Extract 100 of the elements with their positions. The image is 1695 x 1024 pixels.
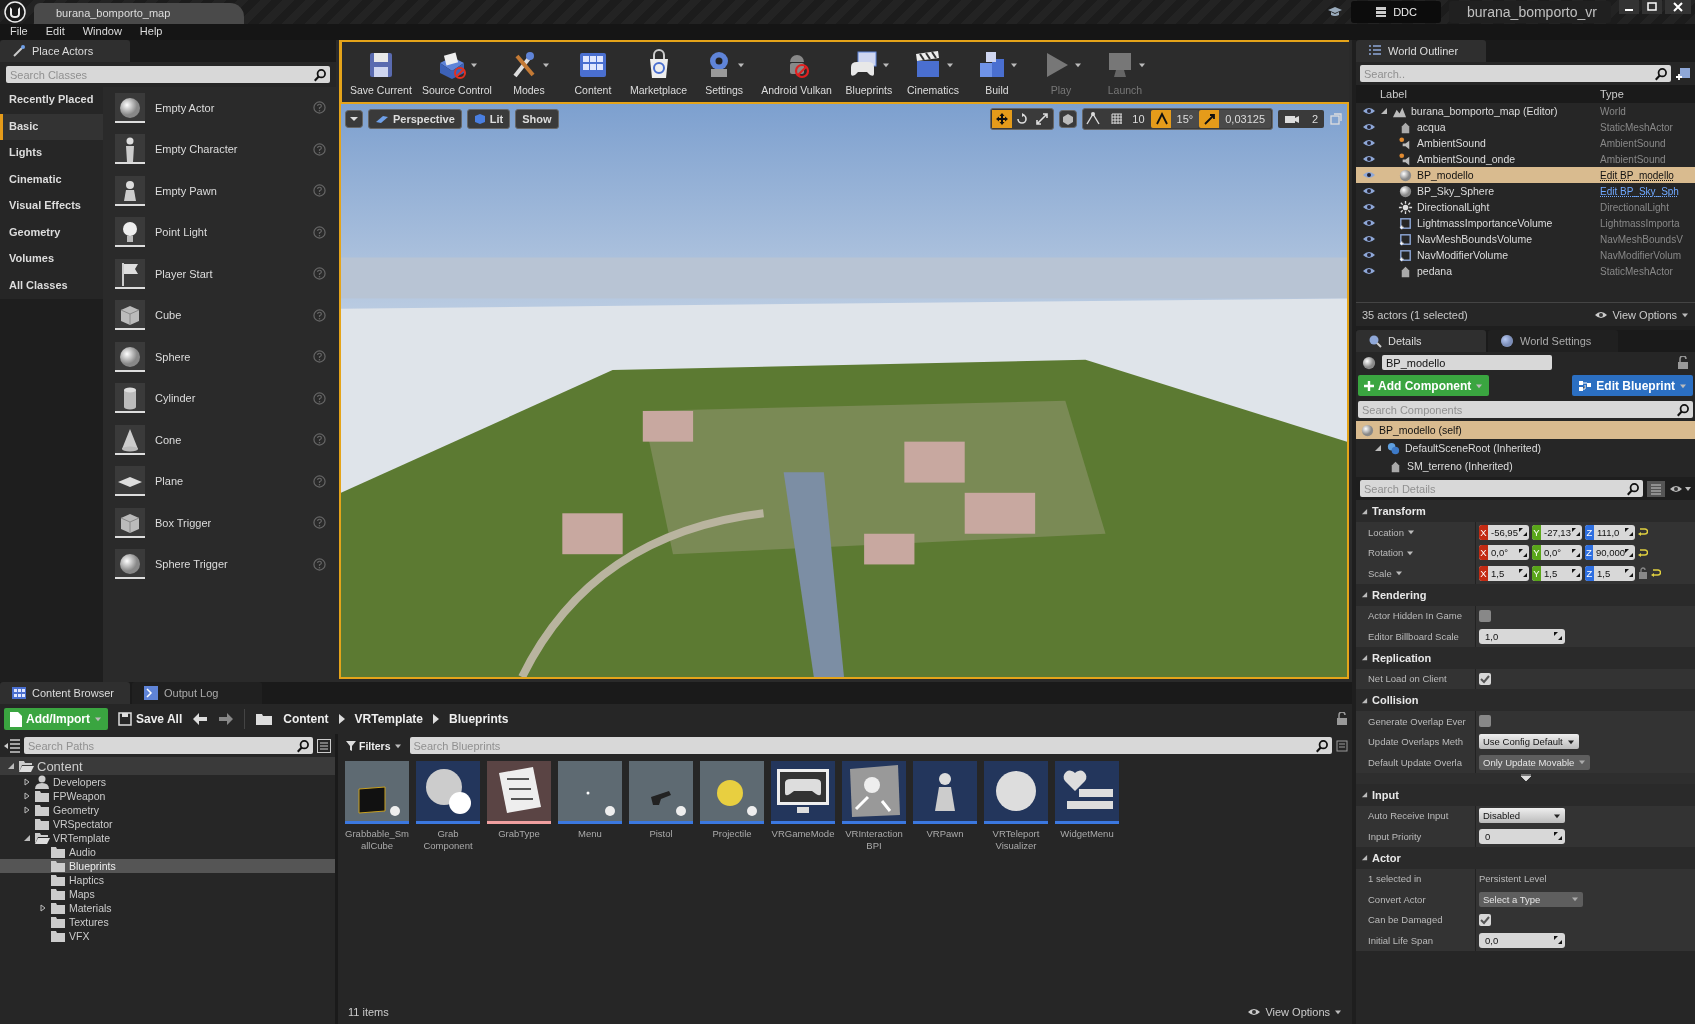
reset-arrow-icon[interactable] — [1638, 527, 1648, 538]
folder-tree-item[interactable]: Content — [0, 757, 335, 775]
category-tab[interactable]: Visual Effects — [0, 193, 103, 220]
asset-tile[interactable]: WidgetMenu — [1055, 761, 1119, 840]
section-header[interactable]: Actor — [1356, 846, 1695, 869]
folder-tree-item[interactable]: Haptics — [0, 873, 335, 887]
lock-icon[interactable] — [1677, 355, 1689, 370]
edit-blueprint-button[interactable]: Edit Blueprint — [1572, 375, 1693, 396]
breadcrumb-link[interactable]: Content — [283, 712, 329, 726]
menu-item[interactable]: Window — [82, 25, 122, 39]
eye-icon[interactable] — [1362, 138, 1376, 148]
edit-blueprint-link[interactable]: Edit BP_modello — [1600, 169, 1695, 181]
checkbox[interactable] — [1479, 609, 1491, 622]
folder-tree-item[interactable]: Maps — [0, 887, 335, 901]
expand-arrow-icon[interactable] — [39, 904, 47, 912]
dropdown[interactable]: Use Config Default — [1479, 734, 1579, 750]
eye-icon[interactable] — [1362, 170, 1376, 180]
search-field[interactable]: Search Blueprints — [409, 737, 1332, 754]
search-icon[interactable] — [1654, 66, 1668, 81]
eye-icon[interactable] — [1362, 106, 1376, 116]
menu-item[interactable]: Help — [139, 25, 163, 39]
history-icon[interactable] — [1336, 739, 1348, 752]
component-row[interactable]: BP_modello (self) — [1356, 421, 1695, 439]
panel-tab[interactable]: World Settings — [1488, 330, 1618, 352]
view-options-button[interactable]: View Options — [1247, 1006, 1342, 1018]
column-header[interactable]: Type — [1600, 88, 1695, 100]
search-field[interactable]: Search.. — [1360, 65, 1671, 82]
search-field[interactable]: Search Components — [1358, 401, 1693, 418]
search-field[interactable]: Search Paths — [24, 737, 313, 754]
category-tab[interactable]: Recently Placed — [0, 87, 103, 114]
chevron-right-icon[interactable] — [433, 714, 440, 724]
toolbar-button[interactable]: Save Current — [346, 46, 416, 98]
section-header[interactable]: Input — [1356, 783, 1695, 806]
outliner-row[interactable]: acqua StaticMeshActor — [1356, 119, 1695, 135]
section-header[interactable]: Transform — [1356, 500, 1695, 522]
number-field[interactable]: 1,0 — [1479, 628, 1565, 644]
toolbar-button[interactable]: Source Control — [417, 46, 496, 98]
viewport-option-button[interactable]: Lit — [466, 109, 511, 129]
search-icon[interactable] — [1315, 738, 1329, 753]
checkbox[interactable] — [1479, 913, 1491, 926]
forward-arrow-icon[interactable] — [218, 712, 235, 726]
actor-list-item[interactable]: Cube — [111, 294, 332, 336]
toolbar-button[interactable]: Content — [561, 46, 624, 98]
panel-tab[interactable]: Details — [1356, 330, 1486, 352]
toolbar-button[interactable]: Blueprints — [837, 46, 900, 98]
move-arrows-icon[interactable] — [992, 110, 1013, 128]
search-field[interactable]: Search Classes — [6, 66, 330, 83]
asset-tile[interactable]: Projectile — [700, 761, 764, 840]
breadcrumb-link[interactable]: VRTemplate — [354, 712, 424, 726]
outliner-row[interactable]: AmbientSound AmbientSound — [1356, 135, 1695, 151]
asset-tile[interactable]: VRPawn — [913, 761, 977, 840]
expand-arrow-icon[interactable] — [23, 778, 31, 786]
expand-arrow-icon[interactable] — [23, 806, 31, 814]
number-field[interactable]: Y 1,5 — [1532, 565, 1582, 581]
actor-list-item[interactable]: Empty Character — [111, 128, 332, 170]
menu-item[interactable]: Edit — [45, 25, 65, 39]
panel-tab[interactable]: Content Browser — [0, 682, 130, 704]
actor-list-item[interactable]: Empty Actor — [111, 87, 332, 129]
toolbar-button[interactable]: Android Vulkan — [757, 46, 836, 98]
number-field[interactable]: Z 90,000 — [1585, 545, 1635, 561]
viewport-option-button[interactable]: Perspective — [368, 109, 462, 129]
lock-icon[interactable] — [1336, 712, 1348, 726]
number-field[interactable]: 0,0 — [1479, 932, 1565, 948]
section-header[interactable]: Replication — [1356, 646, 1695, 669]
outliner-row[interactable]: NavMeshBoundsVolume NavMeshBoundsV — [1356, 231, 1695, 247]
folder-tree-item[interactable]: Textures — [0, 915, 335, 929]
eye-icon[interactable] — [1362, 122, 1376, 132]
actor-list-item[interactable]: Player Start — [111, 253, 332, 295]
outliner-row[interactable]: AmbientSound_onde AmbientSound — [1356, 151, 1695, 167]
viewport-option-button[interactable]: Show — [515, 109, 559, 129]
eye-icon[interactable] — [1362, 266, 1376, 276]
column-header[interactable]: Label — [1380, 88, 1600, 100]
folder-tree-item[interactable]: Audio — [0, 845, 335, 859]
snap-toggle[interactable]: 15° — [1150, 110, 1200, 128]
asset-tile[interactable]: Grabbable_SmallCube — [345, 761, 409, 852]
number-field[interactable]: 0 — [1479, 828, 1565, 844]
folder-tree-item[interactable]: Blueprints — [0, 859, 335, 873]
minimize-icon[interactable] — [1619, 0, 1639, 14]
search-icon[interactable] — [313, 67, 327, 82]
add-actor-icon[interactable] — [1675, 65, 1691, 82]
actor-list-item[interactable]: Sphere — [111, 336, 332, 378]
panel-tab[interactable]: World Outliner — [1356, 40, 1486, 62]
folder-tree-item[interactable]: VFX — [0, 929, 335, 943]
number-field[interactable]: X 0,0° — [1479, 545, 1529, 561]
section-header[interactable]: Collision — [1356, 689, 1695, 711]
back-arrow-icon[interactable] — [192, 712, 209, 726]
number-field[interactable]: Y -27,13 — [1532, 524, 1582, 540]
category-tab[interactable]: Volumes — [0, 246, 103, 273]
category-tab[interactable]: Cinematic — [0, 166, 103, 193]
reset-arrow-icon[interactable] — [1638, 547, 1648, 558]
maximize-icon[interactable] — [1642, 0, 1662, 14]
eye-icon[interactable] — [1362, 218, 1376, 228]
search-icon[interactable] — [296, 738, 310, 753]
category-tab[interactable]: Geometry — [0, 219, 103, 246]
asset-tile[interactable]: Pistol — [629, 761, 693, 840]
number-field[interactable]: X -56,95 — [1479, 524, 1529, 540]
actor-list-item[interactable]: Plane — [111, 460, 332, 502]
view-options-button[interactable]: View Options — [1594, 308, 1689, 321]
folder-tree-item[interactable]: Geometry — [0, 803, 335, 817]
asset-tile[interactable]: VRGameMode — [771, 761, 835, 840]
